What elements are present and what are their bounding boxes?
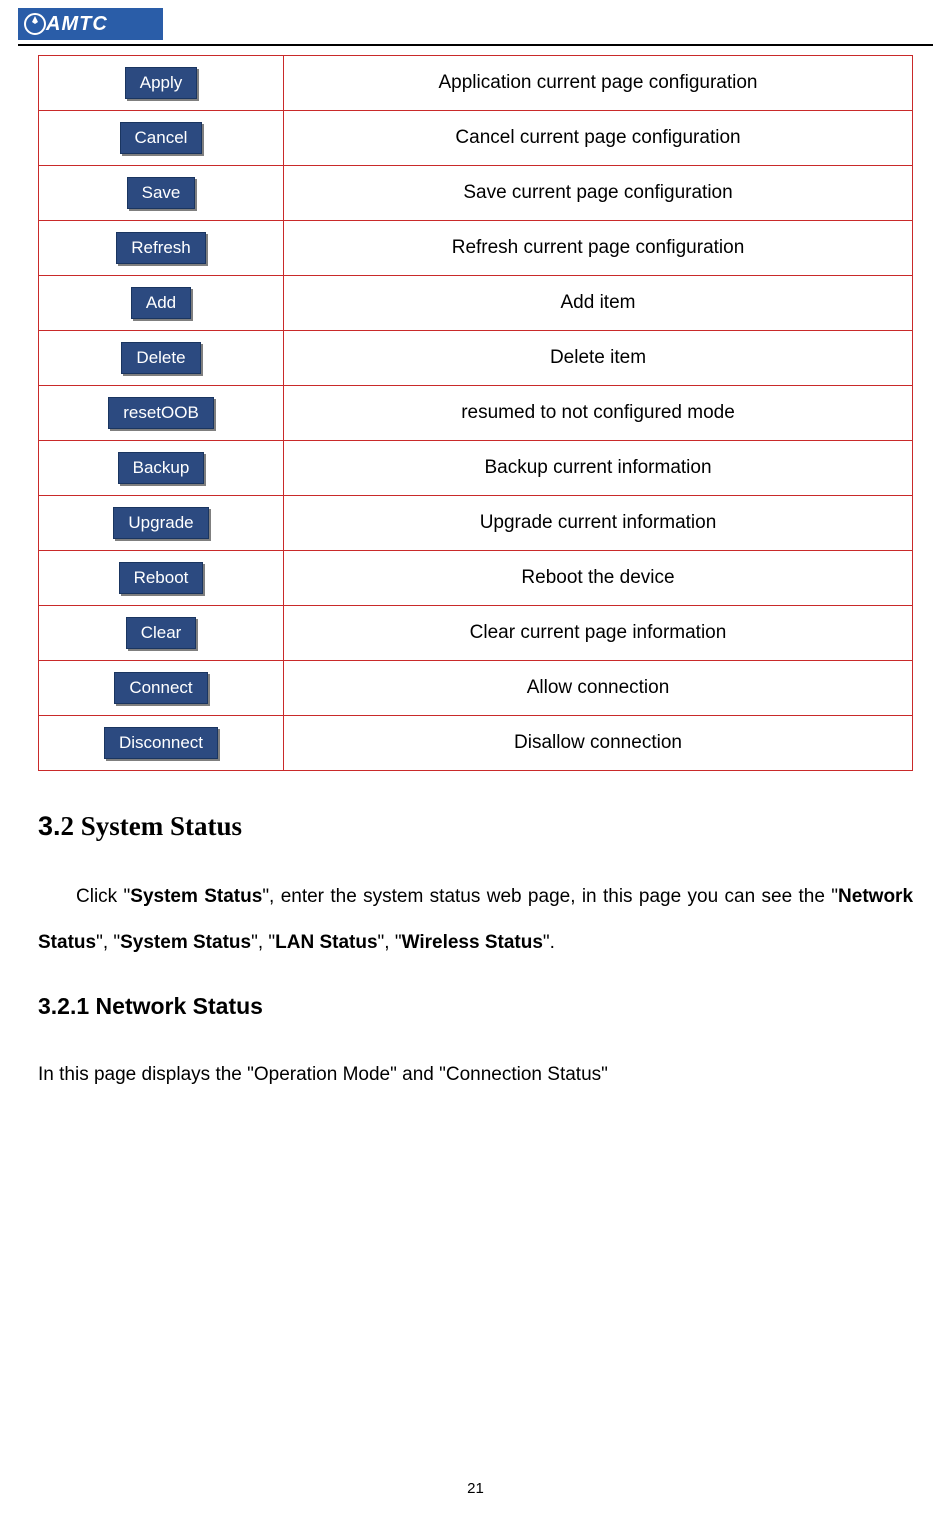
table-row: Delete Delete item — [39, 331, 913, 386]
logo-text: AMTC — [46, 13, 108, 36]
section-system-status: 3.2 System Status Click "System Status",… — [38, 811, 913, 1098]
save-description: Save current page configuration — [284, 166, 913, 221]
paragraph-network-status: In this page displays the "Operation Mod… — [38, 1052, 913, 1098]
clear-description: Clear current page information — [284, 606, 913, 661]
header-divider — [18, 44, 933, 46]
apply-button[interactable]: Apply — [125, 67, 198, 99]
clear-button[interactable]: Clear — [126, 617, 197, 649]
backup-button[interactable]: Backup — [118, 452, 205, 484]
table-row: Reboot Reboot the device — [39, 551, 913, 606]
table-row: resetOOB resumed to not configured mode — [39, 386, 913, 441]
cancel-button[interactable]: Cancel — [120, 122, 203, 154]
connect-description: Allow connection — [284, 661, 913, 716]
save-button[interactable]: Save — [127, 177, 196, 209]
add-button[interactable]: Add — [131, 287, 191, 319]
upgrade-button[interactable]: Upgrade — [113, 507, 208, 539]
resetoob-description: resumed to not configured mode — [284, 386, 913, 441]
add-description: Add item — [284, 276, 913, 331]
table-row: Connect Allow connection — [39, 661, 913, 716]
table-row: Disconnect Disallow connection — [39, 716, 913, 771]
table-row: Backup Backup current information — [39, 441, 913, 496]
buttons-description-table: Apply Application current page configura… — [38, 55, 913, 771]
table-row: Refresh Refresh current page configurati… — [39, 221, 913, 276]
brand-logo: AMTC — [18, 8, 163, 40]
disconnect-description: Disallow connection — [284, 716, 913, 771]
table-row: Upgrade Upgrade current information — [39, 496, 913, 551]
page-content: Apply Application current page configura… — [38, 55, 913, 1098]
connect-button[interactable]: Connect — [114, 672, 207, 704]
cancel-description: Cancel current page configuration — [284, 111, 913, 166]
resetoob-button[interactable]: resetOOB — [108, 397, 214, 429]
apply-description: Application current page configuration — [284, 56, 913, 111]
refresh-button[interactable]: Refresh — [116, 232, 206, 264]
logo-icon — [24, 13, 46, 35]
delete-description: Delete item — [284, 331, 913, 386]
table-row: Apply Application current page configura… — [39, 56, 913, 111]
table-row: Clear Clear current page information — [39, 606, 913, 661]
reboot-description: Reboot the device — [284, 551, 913, 606]
table-row: Cancel Cancel current page configuration — [39, 111, 913, 166]
upgrade-description: Upgrade current information — [284, 496, 913, 551]
delete-button[interactable]: Delete — [121, 342, 200, 374]
heading-network-status: 3.2.1 Network Status — [38, 993, 913, 1020]
refresh-description: Refresh current page configuration — [284, 221, 913, 276]
reboot-button[interactable]: Reboot — [119, 562, 204, 594]
backup-description: Backup current information — [284, 441, 913, 496]
table-row: Save Save current page configuration — [39, 166, 913, 221]
disconnect-button[interactable]: Disconnect — [104, 727, 218, 759]
page-number: 21 — [0, 1480, 951, 1497]
heading-system-status: 3.2 System Status — [38, 811, 913, 842]
paragraph-system-status: Click "System Status", enter the system … — [38, 874, 913, 965]
table-row: Add Add item — [39, 276, 913, 331]
